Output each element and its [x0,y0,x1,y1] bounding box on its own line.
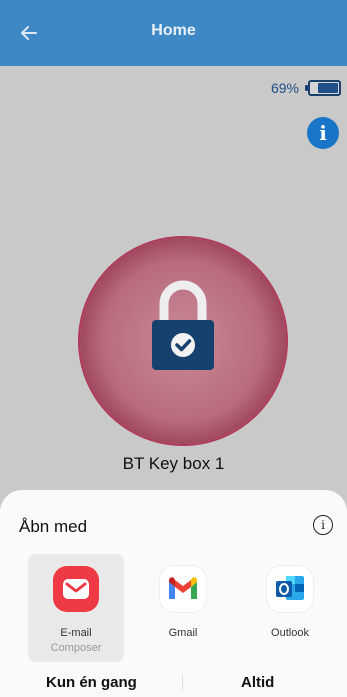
info-outline-icon[interactable]: i [313,515,333,535]
app-option-outlook[interactable]: Outlook [242,554,338,662]
divider [182,675,183,691]
app-sublabel: Composer [50,642,102,654]
battery-fill [318,83,338,93]
always-button[interactable]: Altid [241,674,274,691]
gmail-icon [160,566,206,612]
sheet-title: Åbn med [19,517,88,536]
battery-status: 69% [271,80,341,96]
app-label: E-mail [60,627,92,639]
app-option-email[interactable]: E-mail Composer [28,554,124,662]
info-icon[interactable]: i [307,117,339,149]
mail-icon [53,566,99,612]
battery-percent: 69% [270,80,299,96]
outlook-icon [267,566,313,612]
app-bar: Home [0,0,347,66]
app-label: Gmail [168,627,198,639]
app-option-gmail[interactable]: Gmail [135,554,231,662]
device-name: BT Key box 1 [122,454,225,473]
just-once-button[interactable]: Kun én gang [46,674,137,691]
app-label: Outlook [271,627,309,639]
padlock-icon [148,280,218,372]
open-with-sheet: Åbn med i E-mail Composer Gmail Outlook … [0,490,347,697]
battery-icon [305,80,341,96]
page-title: Home [151,22,196,39]
